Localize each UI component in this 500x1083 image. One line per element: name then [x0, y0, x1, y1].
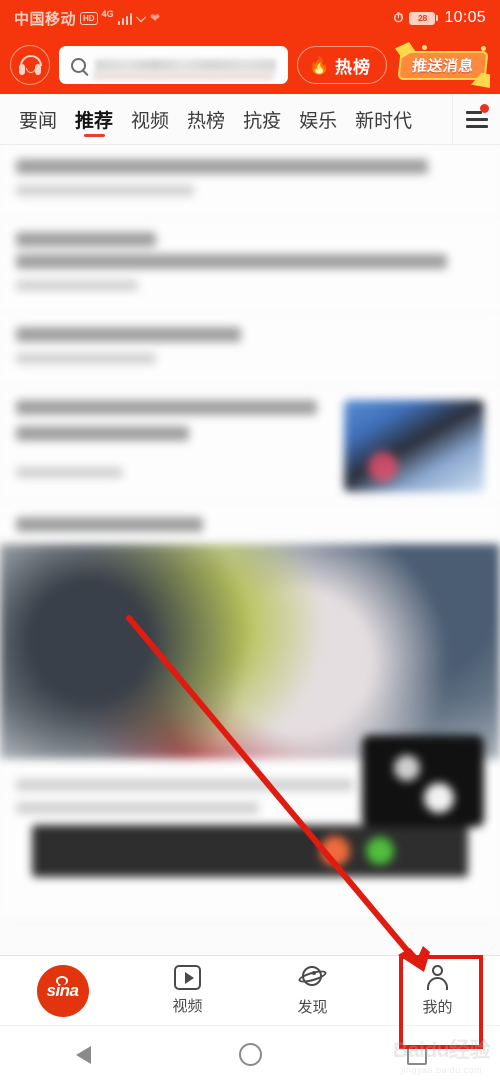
flame-icon: 🔥: [308, 55, 330, 75]
feed-item-photo-headline[interactable]: [0, 503, 500, 544]
bottom-nav-item-mine[interactable]: 我的: [375, 956, 500, 1025]
tab-label: 视频: [131, 110, 170, 132]
tab-label: 热榜: [187, 110, 226, 132]
feed-thumbnail-image[interactable]: [344, 400, 484, 492]
phone-screen: 中国移动 HD 4G ⌵ ❤ ⏱ 28 10:05 🔥 热榜 推送消息 要闻 推…: [0, 0, 500, 1083]
sina-eye-shape: [55, 975, 68, 985]
hamburger-menu-icon[interactable]: [452, 94, 500, 144]
status-bar-left: 中国移动 HD 4G ⌵ ❤: [14, 8, 160, 29]
menu-badge-dot: [480, 104, 489, 113]
feed-dark-media-bar[interactable]: [32, 825, 468, 877]
home-circle-icon: [238, 1043, 262, 1066]
bottom-nav-item-video[interactable]: 视频: [125, 956, 250, 1025]
tab-scroll-container[interactable]: 要闻 推荐 视频 热榜 抗疫 娱乐 新时代: [0, 94, 452, 144]
watermark-main-text: Baidu经验: [393, 1039, 490, 1062]
sina-logo-icon: sina: [36, 964, 89, 1017]
headphone-ear-left: [19, 64, 25, 75]
feed-dark-thumbnail[interactable]: [362, 735, 484, 827]
bottom-nav-item-discover[interactable]: 发现: [250, 956, 375, 1025]
hot-list-button[interactable]: 🔥 热榜: [296, 46, 387, 84]
tab-yaowen[interactable]: 要闻: [10, 94, 66, 144]
video-icon: [174, 965, 201, 990]
bottom-nav-item-home[interactable]: sina: [0, 956, 125, 1025]
news-feed[interactable]: [0, 145, 500, 955]
feed-item-text-3[interactable]: [0, 313, 500, 386]
headphone-ear-right: [35, 64, 41, 75]
app-header: 🔥 热榜 推送消息: [0, 36, 500, 94]
search-icon: [71, 57, 86, 73]
feed-item-text-2[interactable]: [0, 218, 500, 313]
push-banner-label: 推送消息: [411, 58, 475, 75]
back-triangle-icon: [75, 1045, 91, 1064]
feed-item-with-thumbnail[interactable]: [0, 386, 500, 503]
bottom-nav-label: 我的: [422, 999, 453, 1016]
feed-large-photo[interactable]: [0, 544, 500, 759]
headphone-icon[interactable]: [10, 45, 50, 85]
battery-tip: [436, 15, 439, 21]
android-home-button[interactable]: [167, 1026, 334, 1083]
category-tab-bar: 要闻 推荐 视频 热榜 抗疫 娱乐 新时代: [0, 94, 500, 145]
tab-xinshidai[interactable]: 新时代: [346, 94, 421, 144]
search-blur-overlay: [93, 71, 274, 80]
tab-label: 新时代: [355, 110, 413, 132]
android-back-button[interactable]: [0, 1026, 167, 1083]
search-placeholder-text: [95, 58, 276, 72]
tab-kangyi[interactable]: 抗疫: [234, 94, 290, 144]
tab-yule[interactable]: 娱乐: [290, 94, 346, 144]
user-profile-icon: [424, 964, 451, 991]
hd-badge: HD: [80, 11, 98, 25]
spark-1: [422, 45, 427, 50]
tab-label: 抗疫: [243, 110, 282, 132]
status-bar-right: ⏱ 28 10:05: [393, 9, 486, 27]
tab-shipin[interactable]: 视频: [122, 94, 178, 144]
spark-2: [481, 46, 486, 51]
battery-icon: 28: [409, 11, 439, 25]
watermark: Baidu经验 jingyan.baidu.com: [393, 1034, 490, 1075]
battery-level-label: 28: [409, 11, 436, 25]
bottom-navigation-bar: sina 视频 发现 我的: [0, 955, 500, 1025]
feed-item-text[interactable]: [0, 145, 500, 218]
watermark-sub-text: jingyan.baidu.com: [401, 1065, 483, 1075]
signal-bars-icon: [117, 12, 133, 25]
feed-item-media[interactable]: [0, 735, 500, 918]
tab-label: 娱乐: [299, 110, 338, 132]
tab-tuijian[interactable]: 推荐: [66, 94, 122, 144]
hamburger-lines: [465, 110, 488, 128]
feed-blurred-content: [0, 145, 500, 918]
bottom-nav-label: 发现: [297, 999, 328, 1016]
bottom-nav-label: 视频: [172, 998, 203, 1015]
tab-label: 推荐: [75, 110, 114, 132]
hot-list-label: 热榜: [335, 57, 371, 77]
search-input[interactable]: [59, 46, 288, 84]
discover-planet-icon: [297, 964, 328, 991]
carrier-label: 中国移动: [14, 10, 77, 28]
push-message-banner[interactable]: 推送消息: [395, 42, 490, 88]
wifi-icon: ⌵: [136, 10, 146, 25]
status-bar: 中国移动 HD 4G ⌵ ❤ ⏱ 28 10:05: [0, 0, 500, 36]
clock-label: 10:05: [444, 9, 486, 26]
alarm-clock-icon: ⏱: [393, 10, 404, 25]
tab-rebang[interactable]: 热榜: [178, 94, 234, 144]
network-type-label: 4G: [101, 9, 114, 19]
heart-icon: ❤: [149, 11, 161, 25]
tab-active-indicator: [83, 134, 105, 137]
tab-label: 要闻: [19, 110, 58, 132]
